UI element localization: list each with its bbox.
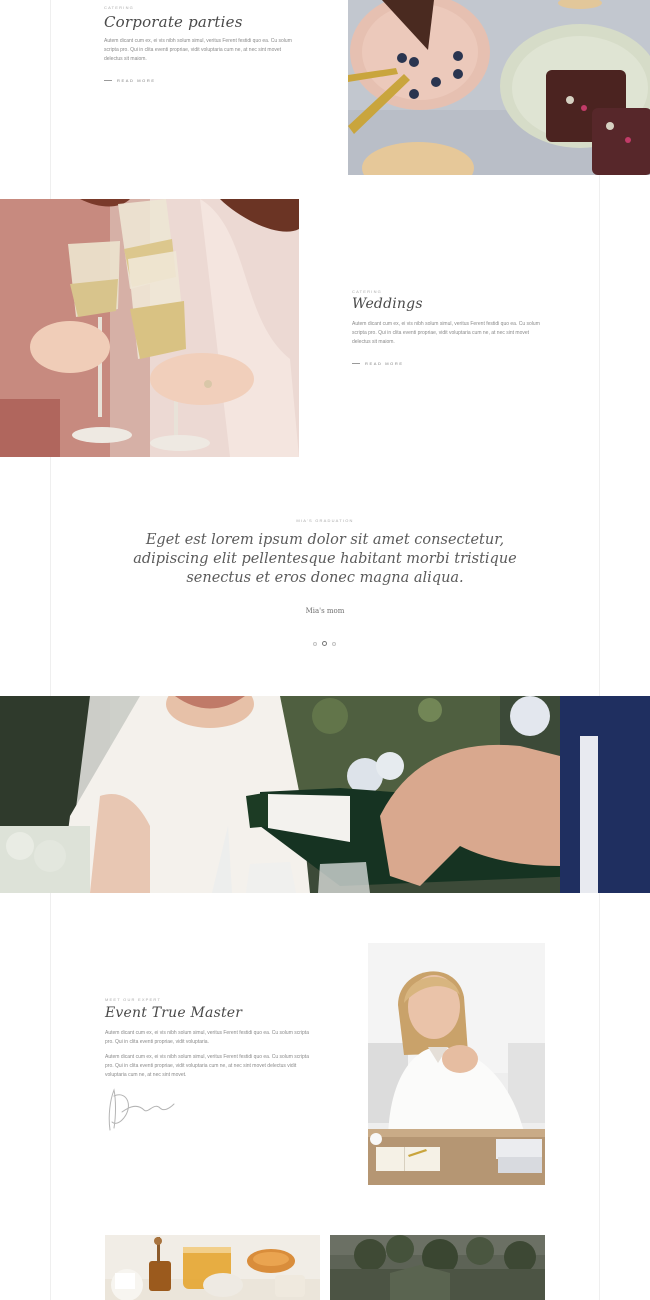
breakfast-photo: [105, 1235, 320, 1300]
pagination-dot-2[interactable]: [322, 641, 327, 646]
testimonial-pagination: [313, 641, 336, 646]
testimonial-eyebrow: MIA'S GRADUATION: [296, 518, 354, 523]
corporate-read-more-link[interactable]: READ MORE: [104, 78, 156, 83]
expert-description-2: Autem dicant cum ex, ei vis nibh solum s…: [105, 1054, 309, 1078]
read-more-label: READ MORE: [365, 361, 404, 366]
layout-guide-left: [50, 0, 51, 1300]
weddings-eyebrow: CATERING: [352, 289, 382, 294]
read-more-line: [104, 80, 112, 81]
corporate-title: Corporate parties: [104, 13, 243, 31]
weddings-description: Autem dicant cum ex, ei vis nibh solum s…: [352, 321, 540, 345]
weddings-read-more-link[interactable]: READ MORE: [352, 361, 404, 366]
pagination-dot-3[interactable]: [332, 641, 336, 646]
read-more-line: [352, 363, 360, 364]
expert-title: Event True Master: [105, 1005, 243, 1021]
pagination-dot-1[interactable]: [313, 641, 317, 646]
desserts-photo: [348, 0, 650, 175]
champagne-toast-photo: [0, 199, 299, 457]
expert-eyebrow: MEET OUR EXPERT: [105, 997, 162, 1002]
read-more-label: READ MORE: [117, 78, 156, 83]
corporate-description: Autem dicant cum ex, ei vis nibh solum s…: [104, 38, 292, 62]
champagne-pouring-banner: [0, 696, 650, 893]
corporate-eyebrow: CATERING: [104, 5, 134, 10]
layout-guide-right: [599, 0, 600, 1300]
expert-portrait-photo: [368, 943, 545, 1185]
garden-venue-photo: [330, 1235, 545, 1300]
testimonial-author: Mia's mom: [305, 607, 345, 615]
testimonial-quote: Eget est lorem ipsum dolor sit amet cons…: [133, 532, 517, 586]
signature-image: [108, 1088, 175, 1131]
expert-description-1: Autem dicant cum ex, ei vis nibh solum s…: [105, 1030, 309, 1045]
weddings-title: Weddings: [352, 296, 423, 312]
